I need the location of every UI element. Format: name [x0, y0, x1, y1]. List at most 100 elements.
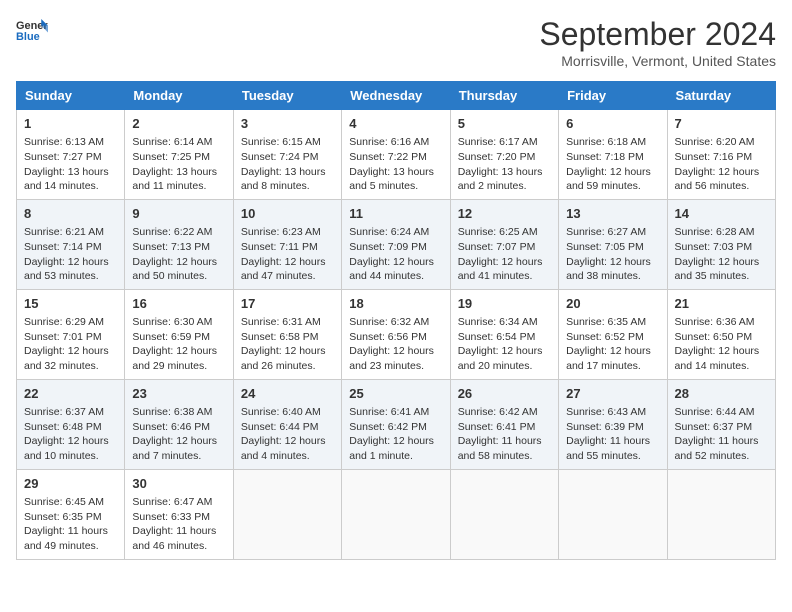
day-cell: 5 Sunrise: 6:17 AM Sunset: 7:20 PM Daylig… — [450, 110, 558, 200]
day-info: Sunrise: 6:24 AM Sunset: 7:09 PM Dayligh… — [349, 225, 442, 284]
day-number: 9 — [132, 205, 225, 223]
day-info: Sunrise: 6:17 AM Sunset: 7:20 PM Dayligh… — [458, 135, 551, 194]
day-info: Sunrise: 6:41 AM Sunset: 6:42 PM Dayligh… — [349, 405, 442, 464]
day-info: Sunrise: 6:36 AM Sunset: 6:50 PM Dayligh… — [675, 315, 768, 374]
day-number: 12 — [458, 205, 551, 223]
day-number: 25 — [349, 385, 442, 403]
day-cell: 13 Sunrise: 6:27 AM Sunset: 7:05 PM Dayli… — [559, 199, 667, 289]
day-info: Sunrise: 6:40 AM Sunset: 6:44 PM Dayligh… — [241, 405, 334, 464]
day-info: Sunrise: 6:47 AM Sunset: 6:33 PM Dayligh… — [132, 495, 225, 554]
week-row-3: 15Sunrise: 6:29 AM Sunset: 7:01 PM Dayli… — [17, 289, 776, 379]
day-info: Sunrise: 6:14 AM Sunset: 7:25 PM Dayligh… — [132, 135, 225, 194]
day-cell: 7Sunrise: 6:20 AM Sunset: 7:16 PM Daylig… — [667, 110, 775, 200]
day-number: 1 — [24, 115, 117, 133]
day-info: Sunrise: 6:34 AM Sunset: 6:54 PM Dayligh… — [458, 315, 551, 374]
day-cell: 27Sunrise: 6:43 AM Sunset: 6:39 PM Dayli… — [559, 379, 667, 469]
day-cell: 12 Sunrise: 6:25 AM Sunset: 7:07 PM Dayli… — [450, 199, 558, 289]
day-cell: 11 Sunrise: 6:24 AM Sunset: 7:09 PM Dayli… — [342, 199, 450, 289]
column-header-friday: Friday — [559, 82, 667, 110]
day-cell — [450, 469, 558, 559]
day-number: 28 — [675, 385, 768, 403]
day-cell: 4 Sunrise: 6:16 AM Sunset: 7:22 PM Daylig… — [342, 110, 450, 200]
column-header-monday: Monday — [125, 82, 233, 110]
day-info: Sunrise: 6:30 AM Sunset: 6:59 PM Dayligh… — [132, 315, 225, 374]
day-cell — [667, 469, 775, 559]
day-number: 22 — [24, 385, 117, 403]
week-row-5: 29 Sunrise: 6:45 AM Sunset: 6:35 PM Dayli… — [17, 469, 776, 559]
column-header-saturday: Saturday — [667, 82, 775, 110]
day-number: 8 — [24, 205, 117, 223]
day-cell — [559, 469, 667, 559]
location: Morrisville, Vermont, United States — [539, 53, 776, 69]
calendar-header-row: SundayMondayTuesdayWednesdayThursdayFrid… — [17, 82, 776, 110]
day-cell: 8 Sunrise: 6:21 AM Sunset: 7:14 PM Daylig… — [17, 199, 125, 289]
day-info: Sunrise: 6:44 AM Sunset: 6:37 PM Dayligh… — [675, 405, 768, 464]
column-header-wednesday: Wednesday — [342, 82, 450, 110]
day-number: 20 — [566, 295, 659, 313]
day-info: Sunrise: 6:45 AM Sunset: 6:35 PM Dayligh… — [24, 495, 117, 554]
day-number: 10 — [241, 205, 334, 223]
day-info: Sunrise: 6:21 AM Sunset: 7:14 PM Dayligh… — [24, 225, 117, 284]
day-info: Sunrise: 6:20 AM Sunset: 7:16 PM Dayligh… — [675, 135, 768, 194]
column-header-tuesday: Tuesday — [233, 82, 341, 110]
day-cell: 25 Sunrise: 6:41 AM Sunset: 6:42 PM Dayli… — [342, 379, 450, 469]
week-row-4: 22 Sunrise: 6:37 AM Sunset: 6:48 PM Dayli… — [17, 379, 776, 469]
day-cell: 24 Sunrise: 6:40 AM Sunset: 6:44 PM Dayli… — [233, 379, 341, 469]
day-info: Sunrise: 6:27 AM Sunset: 7:05 PM Dayligh… — [566, 225, 659, 284]
day-cell: 1 Sunrise: 6:13 AM Sunset: 7:27 PM Daylig… — [17, 110, 125, 200]
day-number: 17 — [241, 295, 334, 313]
day-info: Sunrise: 6:13 AM Sunset: 7:27 PM Dayligh… — [24, 135, 117, 194]
day-info: Sunrise: 6:37 AM Sunset: 6:48 PM Dayligh… — [24, 405, 117, 464]
column-header-thursday: Thursday — [450, 82, 558, 110]
day-info: Sunrise: 6:38 AM Sunset: 6:46 PM Dayligh… — [132, 405, 225, 464]
day-cell: 10 Sunrise: 6:23 AM Sunset: 7:11 PM Dayli… — [233, 199, 341, 289]
day-number: 29 — [24, 475, 117, 493]
day-info: Sunrise: 6:16 AM Sunset: 7:22 PM Dayligh… — [349, 135, 442, 194]
day-cell: 29 Sunrise: 6:45 AM Sunset: 6:35 PM Dayli… — [17, 469, 125, 559]
calendar-table: SundayMondayTuesdayWednesdayThursdayFrid… — [16, 81, 776, 560]
day-info: Sunrise: 6:25 AM Sunset: 7:07 PM Dayligh… — [458, 225, 551, 284]
day-cell — [342, 469, 450, 559]
day-info: Sunrise: 6:35 AM Sunset: 6:52 PM Dayligh… — [566, 315, 659, 374]
day-cell: 23Sunrise: 6:38 AM Sunset: 6:46 PM Dayli… — [125, 379, 233, 469]
day-number: 16 — [132, 295, 225, 313]
day-cell: 6Sunrise: 6:18 AM Sunset: 7:18 PM Daylig… — [559, 110, 667, 200]
day-info: Sunrise: 6:42 AM Sunset: 6:41 PM Dayligh… — [458, 405, 551, 464]
column-header-sunday: Sunday — [17, 82, 125, 110]
day-cell: 30 Sunrise: 6:47 AM Sunset: 6:33 PM Dayli… — [125, 469, 233, 559]
day-number: 4 — [349, 115, 442, 133]
day-cell: 20 Sunrise: 6:35 AM Sunset: 6:52 PM Dayli… — [559, 289, 667, 379]
day-cell: 9Sunrise: 6:22 AM Sunset: 7:13 PM Daylig… — [125, 199, 233, 289]
day-cell: 22 Sunrise: 6:37 AM Sunset: 6:48 PM Dayli… — [17, 379, 125, 469]
day-number: 5 — [458, 115, 551, 133]
week-row-2: 8 Sunrise: 6:21 AM Sunset: 7:14 PM Daylig… — [17, 199, 776, 289]
day-cell: 19 Sunrise: 6:34 AM Sunset: 6:54 PM Dayli… — [450, 289, 558, 379]
day-number: 2 — [132, 115, 225, 133]
day-info: Sunrise: 6:23 AM Sunset: 7:11 PM Dayligh… — [241, 225, 334, 284]
day-number: 11 — [349, 205, 442, 223]
day-info: Sunrise: 6:28 AM Sunset: 7:03 PM Dayligh… — [675, 225, 768, 284]
title-area: September 2024 Morrisville, Vermont, Uni… — [539, 16, 776, 69]
day-cell: 14 Sunrise: 6:28 AM Sunset: 7:03 PM Dayli… — [667, 199, 775, 289]
day-number: 18 — [349, 295, 442, 313]
day-cell: 3Sunrise: 6:15 AM Sunset: 7:24 PM Daylig… — [233, 110, 341, 200]
day-number: 24 — [241, 385, 334, 403]
day-number: 21 — [675, 295, 768, 313]
day-number: 14 — [675, 205, 768, 223]
day-number: 6 — [566, 115, 659, 133]
day-info: Sunrise: 6:31 AM Sunset: 6:58 PM Dayligh… — [241, 315, 334, 374]
day-info: Sunrise: 6:15 AM Sunset: 7:24 PM Dayligh… — [241, 135, 334, 194]
day-cell: 2 Sunrise: 6:14 AM Sunset: 7:25 PM Daylig… — [125, 110, 233, 200]
logo: General Blue — [16, 16, 48, 44]
day-cell: 26 Sunrise: 6:42 AM Sunset: 6:41 PM Dayli… — [450, 379, 558, 469]
day-cell: 15Sunrise: 6:29 AM Sunset: 7:01 PM Dayli… — [17, 289, 125, 379]
day-number: 26 — [458, 385, 551, 403]
day-number: 19 — [458, 295, 551, 313]
day-number: 30 — [132, 475, 225, 493]
day-number: 13 — [566, 205, 659, 223]
month-title: September 2024 — [539, 16, 776, 53]
day-cell: 16 Sunrise: 6:30 AM Sunset: 6:59 PM Dayli… — [125, 289, 233, 379]
day-cell: 17 Sunrise: 6:31 AM Sunset: 6:58 PM Dayli… — [233, 289, 341, 379]
day-number: 27 — [566, 385, 659, 403]
day-cell: 28 Sunrise: 6:44 AM Sunset: 6:37 PM Dayli… — [667, 379, 775, 469]
